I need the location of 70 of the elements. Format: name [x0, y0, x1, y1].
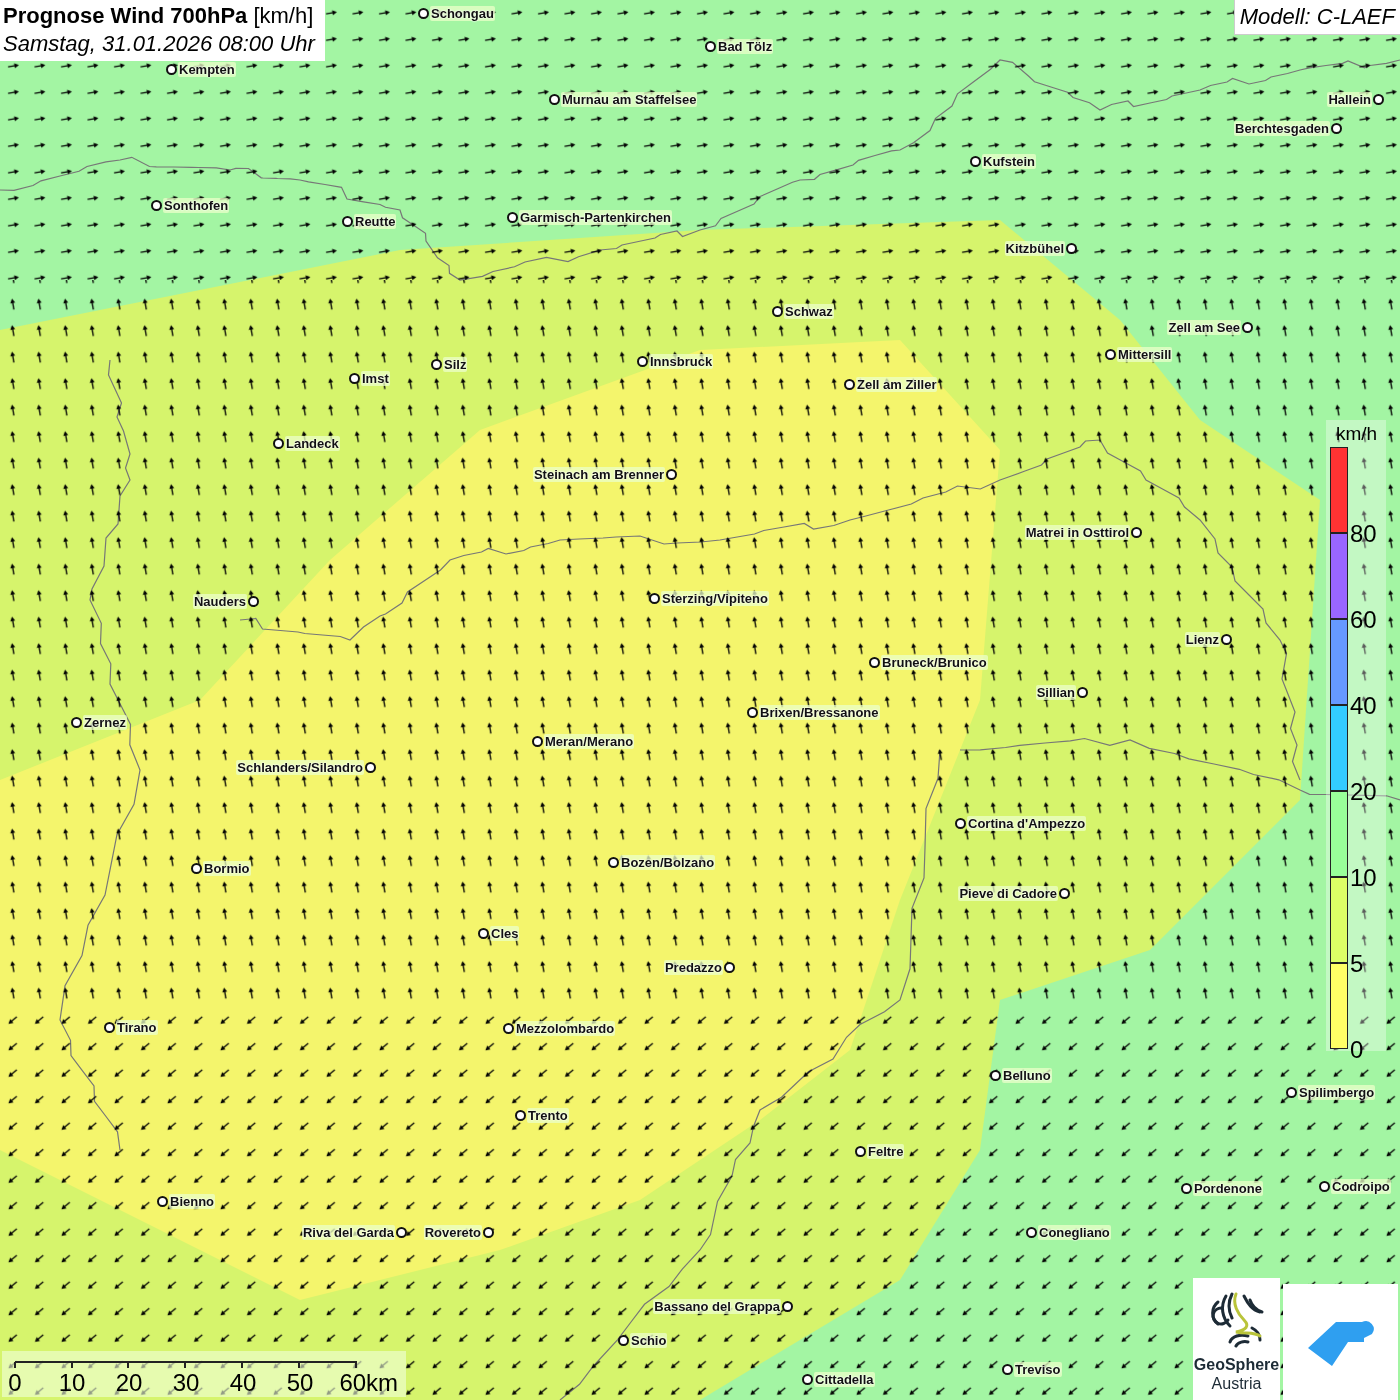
city-marker-icon: [1077, 686, 1088, 698]
city-marker-icon: [507, 211, 518, 223]
city-marker-icon: [1131, 526, 1142, 538]
city-marker-icon: [844, 378, 855, 390]
city-marker-icon: [955, 817, 966, 829]
city-marker-icon: [1059, 887, 1070, 899]
city-marker-icon: [608, 856, 619, 868]
city-marker-icon: [747, 706, 758, 718]
city-marker-icon: [1242, 321, 1253, 333]
city-marker-icon: [649, 592, 660, 604]
legend-value: 5: [1350, 953, 1364, 975]
scale-label: 40: [229, 1369, 257, 1397]
model-label: Modell: C-LAEF: [1239, 4, 1395, 29]
city-marker-icon: [365, 761, 376, 773]
forecast-time: Samstag, 31.01.2026 08:00 Uhr: [3, 31, 315, 57]
cloud-arrow-icon: [1307, 1320, 1374, 1366]
scale-label: 50: [286, 1369, 314, 1397]
map-title: Prognose Wind 700hPa [km/h]: [3, 3, 315, 29]
city-marker-icon: [503, 1022, 514, 1034]
contour-lines-icon: [1209, 1292, 1264, 1348]
city-marker-icon: [478, 927, 489, 939]
city-marker-icon: [869, 656, 880, 668]
city-marker-icon: [273, 437, 284, 449]
scale-label: 10: [58, 1369, 86, 1397]
city-marker-icon: [855, 1145, 866, 1157]
city-marker-icon: [532, 735, 543, 747]
city-marker-icon: [782, 1300, 793, 1312]
city-marker-icon: [1181, 1182, 1192, 1194]
legend-value: 40: [1350, 695, 1377, 717]
scale-label: 60km: [339, 1369, 399, 1397]
legend-value: 80: [1350, 523, 1377, 545]
brand-subname: Austria: [1211, 1374, 1262, 1393]
city-marker-icon: [151, 199, 162, 211]
city-marker-icon: [157, 1195, 168, 1207]
city-marker-icon: [1221, 633, 1232, 645]
legend-unit: km/h: [1335, 422, 1379, 446]
scale-label: 0: [8, 1369, 22, 1397]
city-marker-icon: [724, 961, 735, 973]
city-marker-icon: [418, 7, 429, 19]
city-marker-icon: [431, 358, 442, 370]
legend-value: 0: [1350, 1039, 1364, 1061]
city-marker-icon: [637, 355, 648, 367]
legend-value: 60: [1350, 609, 1377, 631]
brand-name: GeoSphere: [1193, 1356, 1280, 1374]
city-marker-icon: [772, 305, 783, 317]
city-marker-icon: [248, 595, 259, 607]
city-marker-icon: [705, 40, 716, 52]
city-marker-icon: [990, 1069, 1001, 1081]
city-marker-icon: [1319, 1180, 1330, 1192]
scale-label: 20: [115, 1369, 143, 1397]
city-marker-icon: [483, 1226, 494, 1238]
city-marker-icon: [618, 1334, 629, 1346]
city-marker-icon: [1105, 348, 1116, 360]
city-marker-icon: [71, 716, 82, 728]
legend-value: 10: [1350, 867, 1377, 889]
city-marker-icon: [549, 93, 560, 105]
legend-value: 20: [1350, 781, 1377, 803]
city-marker-icon: [970, 155, 981, 167]
city-marker-icon: [342, 215, 353, 227]
city-marker-icon: [349, 372, 360, 384]
city-marker-icon: [166, 63, 177, 75]
city-marker-icon: [1026, 1226, 1037, 1238]
city-marker-icon: [191, 862, 202, 874]
scale-label: 30: [172, 1369, 200, 1397]
city-marker-icon: [1286, 1086, 1297, 1098]
city-marker-icon: [802, 1373, 813, 1385]
city-marker-icon: [1066, 242, 1077, 254]
city-marker-icon: [396, 1226, 407, 1238]
city-marker-icon: [1373, 93, 1384, 105]
city-marker-icon: [1331, 122, 1342, 134]
